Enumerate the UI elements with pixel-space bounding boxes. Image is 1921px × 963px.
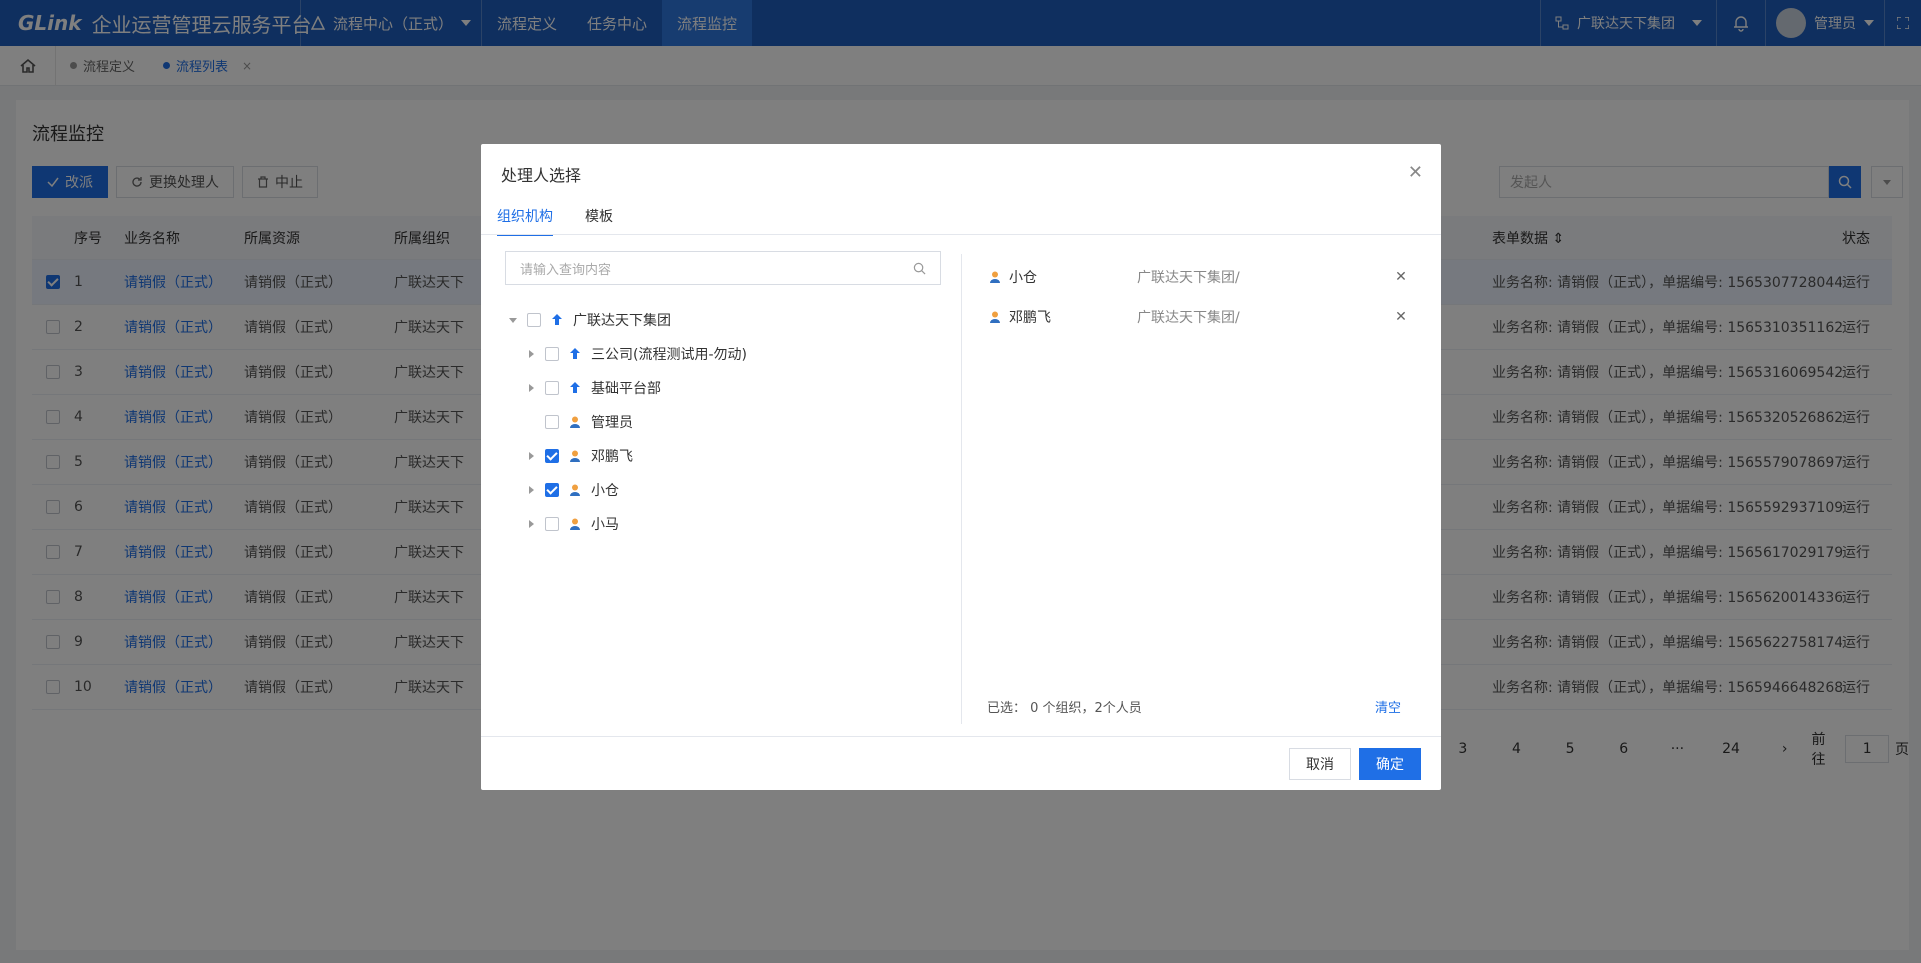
search-placeholder: 请输入查询内容 [520, 262, 612, 278]
tree-search-input[interactable]: 请输入查询内容 [505, 251, 941, 285]
dialog-tabs: 组织机构 模板 [497, 206, 613, 236]
close-icon[interactable]: ✕ [1408, 162, 1423, 183]
remove-icon[interactable]: ✕ [1391, 269, 1411, 285]
clear-button[interactable]: 清空 [1375, 697, 1401, 716]
selected-org: 广联达天下集团/ [1137, 270, 1240, 286]
selected-org: 广联达天下集团/ [1137, 310, 1240, 326]
tree-node[interactable]: 管理员 [505, 405, 941, 439]
person-icon [987, 269, 1003, 285]
tree-node-label: 管理员 [591, 415, 633, 431]
footer-divider [481, 736, 1441, 737]
tab-template[interactable]: 模板 [585, 206, 613, 236]
remove-icon[interactable]: ✕ [1391, 309, 1411, 325]
tree-checkbox-checked[interactable] [545, 449, 559, 463]
cancel-button[interactable]: 取消 [1289, 748, 1351, 780]
org-tree-pane: 请输入查询内容 广联达天下集团 三公司(流程测试用-勿动) 基础平台部 管理员 … [505, 251, 941, 541]
tree-checkbox[interactable] [545, 517, 559, 531]
tree-node-label: 邓鹏飞 [591, 449, 633, 465]
tree-checkbox[interactable] [545, 381, 559, 395]
expand-arrow-icon[interactable] [505, 317, 521, 323]
summary-text: 已选： 0 个组织，2个人员 [987, 701, 1142, 716]
selected-item: 邓鹏飞 广联达天下集团/ ✕ [987, 297, 1411, 337]
selected-pane: 小仓 广联达天下集团/ ✕ 邓鹏飞 广联达天下集团/ ✕ [987, 257, 1411, 337]
org-icon [567, 346, 583, 362]
tree-node[interactable]: 小仓 [505, 473, 941, 507]
dialog-title: 处理人选择 [501, 166, 582, 185]
tree-node[interactable]: 三公司(流程测试用-勿动) [505, 337, 941, 371]
tree-node[interactable]: 邓鹏飞 [505, 439, 941, 473]
expand-arrow-icon[interactable] [523, 520, 539, 528]
handler-select-dialog: 处理人选择 ✕ 组织机构 模板 请输入查询内容 广联达天下集团 三公司(流程测试… [481, 144, 1441, 790]
org-tree: 广联达天下集团 三公司(流程测试用-勿动) 基础平台部 管理员 邓鹏飞 小仓 小… [505, 303, 941, 541]
expand-arrow-icon[interactable] [523, 350, 539, 358]
selection-summary: 已选： 0 个组织，2个人员 清空 [987, 697, 1401, 716]
expand-arrow-icon[interactable] [523, 486, 539, 494]
person-icon [567, 448, 583, 464]
selected-name: 小仓 [1009, 270, 1037, 286]
person-icon [987, 309, 1003, 325]
person-icon [567, 414, 583, 430]
dialog-footer: 取消 确定 [1289, 748, 1421, 780]
selected-item: 小仓 广联达天下集团/ ✕ [987, 257, 1411, 297]
tree-node-label: 广联达天下集团 [573, 313, 671, 329]
tree-node[interactable]: 基础平台部 [505, 371, 941, 405]
tree-node[interactable]: 广联达天下集团 [505, 303, 941, 337]
confirm-button[interactable]: 确定 [1359, 748, 1421, 780]
tree-node-label: 小仓 [591, 483, 619, 499]
org-icon [567, 380, 583, 396]
tab-organization[interactable]: 组织机构 [497, 206, 553, 236]
selected-name: 邓鹏飞 [1009, 310, 1051, 326]
pane-divider [961, 254, 962, 724]
tree-node[interactable]: 小马 [505, 507, 941, 541]
search-icon [913, 262, 926, 274]
expand-arrow-icon[interactable] [523, 452, 539, 460]
tree-checkbox[interactable] [545, 347, 559, 361]
person-icon [567, 516, 583, 532]
person-icon [567, 482, 583, 498]
tree-node-label: 小马 [591, 517, 619, 533]
expand-arrow-icon[interactable] [523, 384, 539, 392]
tree-node-label: 基础平台部 [591, 381, 661, 397]
tab-divider [481, 234, 1441, 235]
tree-checkbox-checked[interactable] [545, 483, 559, 497]
tree-node-label: 三公司(流程测试用-勿动) [591, 347, 747, 363]
tree-checkbox[interactable] [545, 415, 559, 429]
tree-checkbox[interactable] [527, 313, 541, 327]
org-icon [549, 312, 565, 328]
